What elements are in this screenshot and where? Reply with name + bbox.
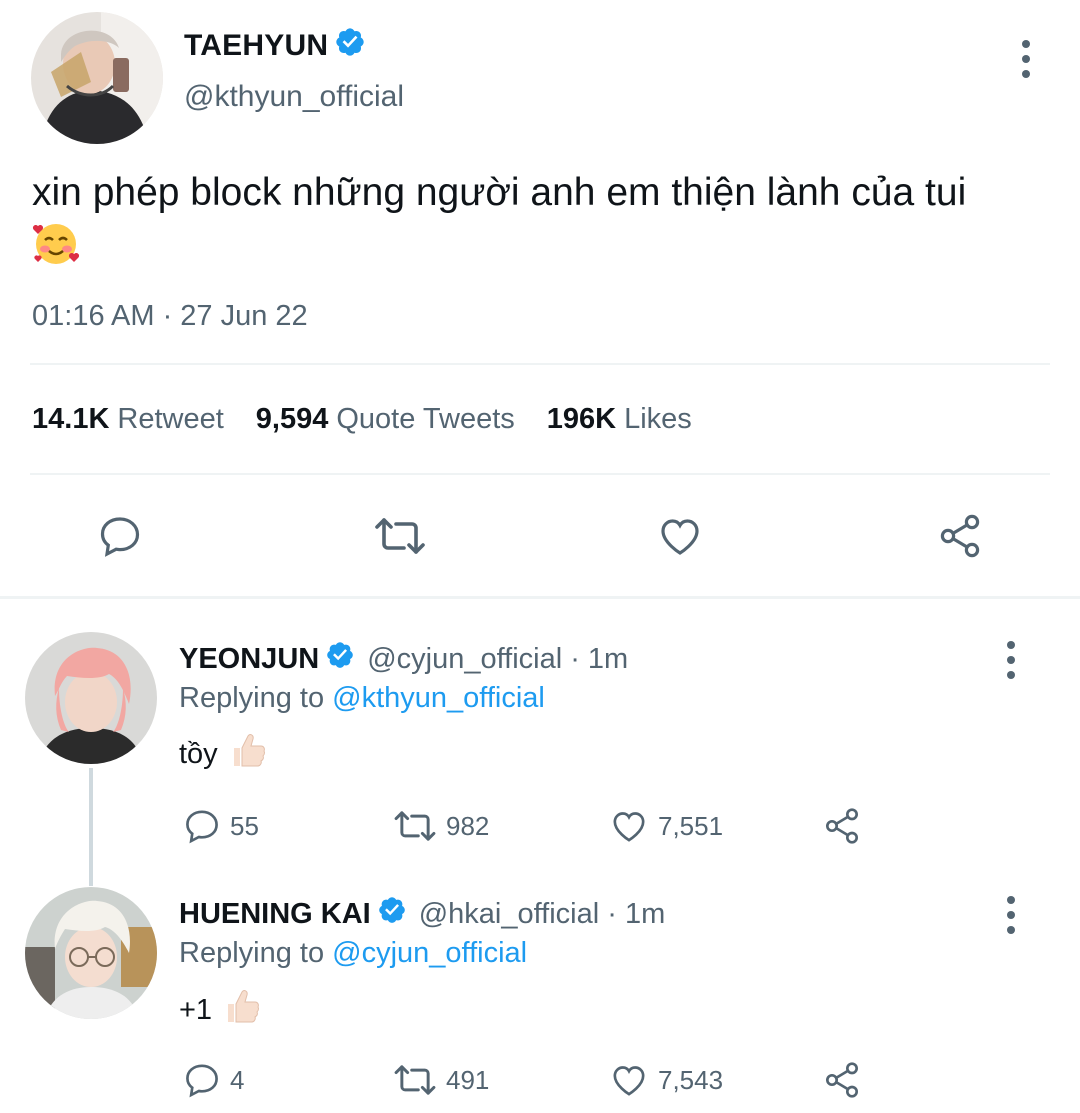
reply-button[interactable]: 4	[182, 1060, 244, 1100]
reply-author-name: HUENING KAI	[179, 897, 371, 930]
reply-author[interactable]: YEONJUN @cyjun_official · 1m	[179, 640, 628, 678]
replying-to-label: Replying to	[179, 937, 325, 969]
share-icon	[826, 808, 858, 844]
author-name-text: TAEHYUN	[184, 29, 329, 62]
tweet-timestamp[interactable]: 01:16 AM · 27 Jun 22	[32, 300, 308, 333]
thumbs-up-icon	[228, 730, 268, 778]
like-count: 7,551	[658, 810, 724, 841]
smiling-face-with-hearts-icon	[32, 218, 80, 279]
reply-author[interactable]: HUENING KAI @hkai_official · 1m	[179, 895, 665, 933]
thumbs-up-icon	[222, 986, 262, 1034]
share-button[interactable]	[822, 1060, 862, 1100]
like-button[interactable]: 7,543	[608, 1060, 723, 1100]
more-options-icon[interactable]	[1020, 40, 1032, 78]
reply-text-content: tồy	[179, 737, 218, 770]
share-icon[interactable]	[936, 512, 984, 565]
avatar-hueningkai[interactable]	[25, 887, 157, 1019]
share-button[interactable]	[822, 806, 862, 846]
share-icon	[826, 1062, 858, 1098]
replying-to-label: Replying to	[179, 682, 325, 714]
tweet-stats: 14.1K Retweet 9,594 Quote Tweets 196K Likes	[32, 403, 692, 436]
reply-count: 4	[230, 1064, 245, 1095]
reply-author-handle: @cyjun_official · 1m	[367, 642, 629, 675]
reply-icon	[186, 1064, 218, 1098]
retweet-button[interactable]: 982	[392, 806, 489, 846]
replying-to-link[interactable]: @cyjun_official	[332, 937, 527, 969]
reply-text: +1	[179, 986, 262, 1034]
reply-count: 55	[230, 810, 259, 841]
retweet-count: 491	[446, 1064, 490, 1095]
more-options-icon[interactable]	[1005, 641, 1017, 679]
thread-connector-line	[89, 768, 93, 886]
more-options-icon[interactable]	[1005, 896, 1017, 934]
like-icon	[613, 1066, 645, 1096]
tweet-text-content: xin phép block những người anh em thiện …	[32, 171, 967, 214]
verified-badge-icon	[377, 895, 407, 933]
quote-tweets-stat[interactable]: 9,594 Quote Tweets	[256, 403, 515, 436]
retweet-icon	[394, 1065, 436, 1095]
reply-icon	[186, 810, 218, 844]
author-handle[interactable]: @kthyun_official	[184, 80, 404, 114]
like-icon[interactable]	[655, 512, 705, 565]
verified-badge-icon	[334, 26, 366, 66]
verified-badge-icon	[325, 640, 355, 678]
divider	[30, 363, 1050, 365]
avatar-yeonjun[interactable]	[25, 632, 157, 764]
likes-stat[interactable]: 196K Likes	[547, 403, 692, 436]
reply-text-content: +1	[179, 993, 213, 1026]
replying-to: Replying to @kthyun_official	[179, 682, 545, 715]
like-icon	[613, 812, 645, 842]
reply-author-name: YEONJUN	[179, 642, 320, 675]
author-name[interactable]: TAEHYUN	[184, 26, 366, 66]
retweet-count: 982	[446, 810, 490, 841]
retweet-icon	[394, 811, 436, 841]
replying-to-link[interactable]: @kthyun_official	[332, 682, 545, 714]
divider	[30, 473, 1050, 475]
like-count: 7,543	[658, 1064, 724, 1095]
reply-icon[interactable]	[96, 512, 144, 565]
section-divider	[0, 596, 1080, 599]
retweet-icon[interactable]	[372, 512, 428, 565]
reply-text: tồy	[179, 730, 268, 778]
avatar-taehyun[interactable]	[31, 12, 163, 144]
like-button[interactable]: 7,551	[608, 806, 723, 846]
reply-button[interactable]: 55	[182, 806, 259, 846]
retweet-button[interactable]: 491	[392, 1060, 489, 1100]
replying-to: Replying to @cyjun_official	[179, 937, 527, 970]
reply-author-handle: @hkai_official · 1m	[418, 897, 666, 930]
retweet-stat[interactable]: 14.1K Retweet	[32, 403, 224, 436]
tweet-text: xin phép block những người anh em thiện …	[32, 168, 1042, 279]
